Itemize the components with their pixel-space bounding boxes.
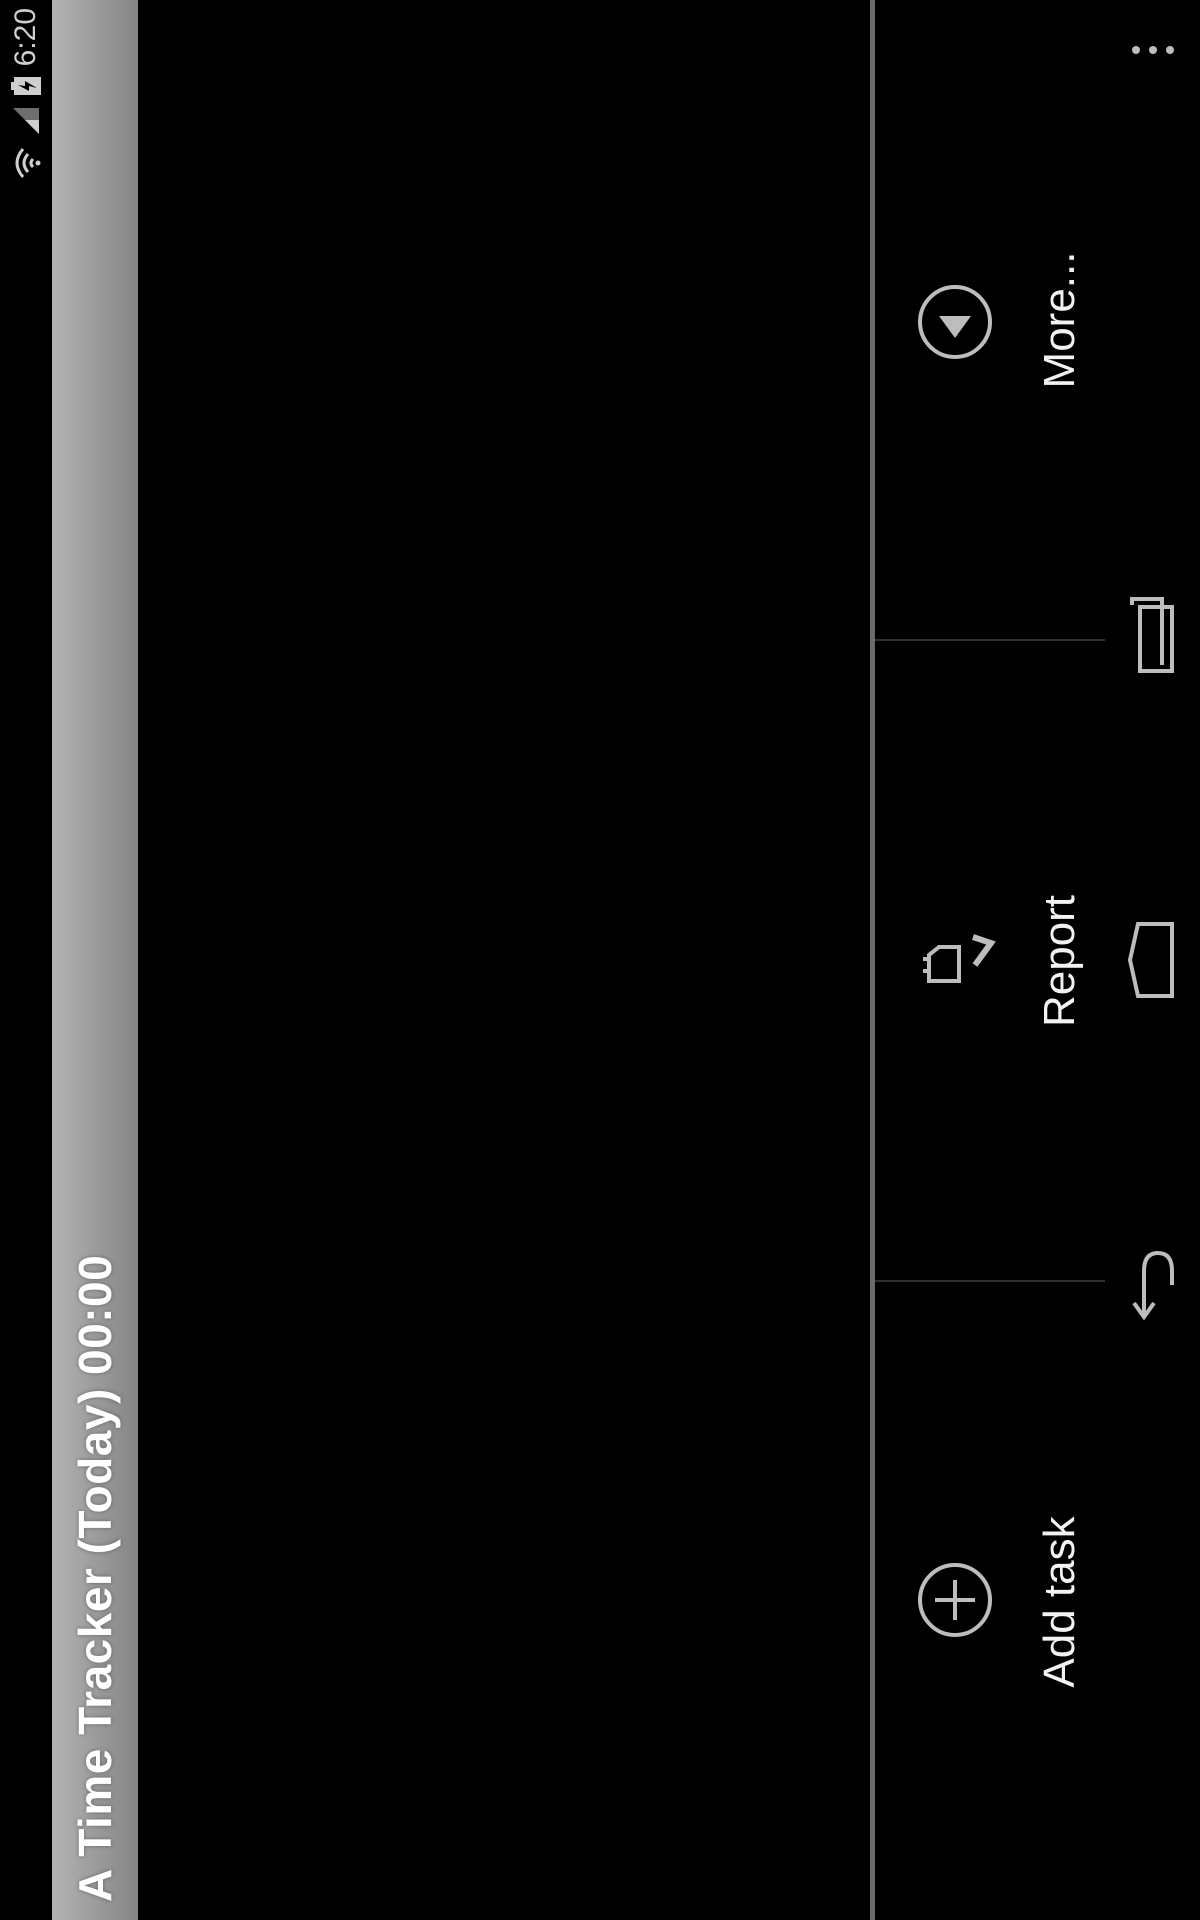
title-bar: A Time Tracker (Today) 00:00 (52, 0, 138, 1920)
menu-item-add-task[interactable]: Add task (875, 1282, 1105, 1920)
menu-item-more-label-wrap: More... (1035, 220, 1085, 420)
back-button[interactable] (1105, 1225, 1200, 1345)
menu-item-report-label-wrap: Report (1035, 861, 1085, 1061)
menu-item-report[interactable]: Report (875, 641, 1105, 1279)
menu-item-more[interactable]: More... (875, 0, 1105, 638)
options-menu: More... Report Add task (875, 0, 1105, 1920)
overflow-menu-icon (1131, 46, 1174, 54)
title-bar-content: A Time Tracker (Today) 00:00 (52, 0, 138, 1920)
back-icon (1131, 1250, 1174, 1321)
add-circle-icon (915, 1560, 995, 1640)
app-title: A Time Tracker (Today) 00:00 (69, 1254, 121, 1902)
wifi-icon (9, 146, 43, 180)
recent-apps-icon (1129, 597, 1174, 673)
menu-item-report-label: Report (1035, 894, 1084, 1028)
status-time: 6:20 (9, 8, 42, 67)
battery-charging-icon (10, 76, 42, 96)
task-list-area (138, 0, 870, 1920)
android-screen: 6:20 A Time Tracker (Today) 00:00 More..… (0, 0, 1200, 1920)
home-button[interactable] (1105, 900, 1200, 1020)
play-circle-icon (915, 282, 995, 362)
overflow-menu-button[interactable] (1105, 0, 1200, 100)
recent-apps-button[interactable] (1105, 575, 1200, 695)
signal-icon (11, 106, 41, 136)
status-bar: 6:20 (0, 0, 52, 1920)
menu-item-more-label: More... (1035, 251, 1084, 389)
menu-item-add-task-label: Add task (1035, 1516, 1084, 1688)
report-icon (915, 919, 996, 999)
home-icon (1127, 922, 1174, 998)
status-bar-content: 6:20 (0, 0, 52, 1920)
navigation-bar (1105, 0, 1200, 1920)
menu-item-add-task-label-wrap: Add task (1035, 1502, 1085, 1702)
